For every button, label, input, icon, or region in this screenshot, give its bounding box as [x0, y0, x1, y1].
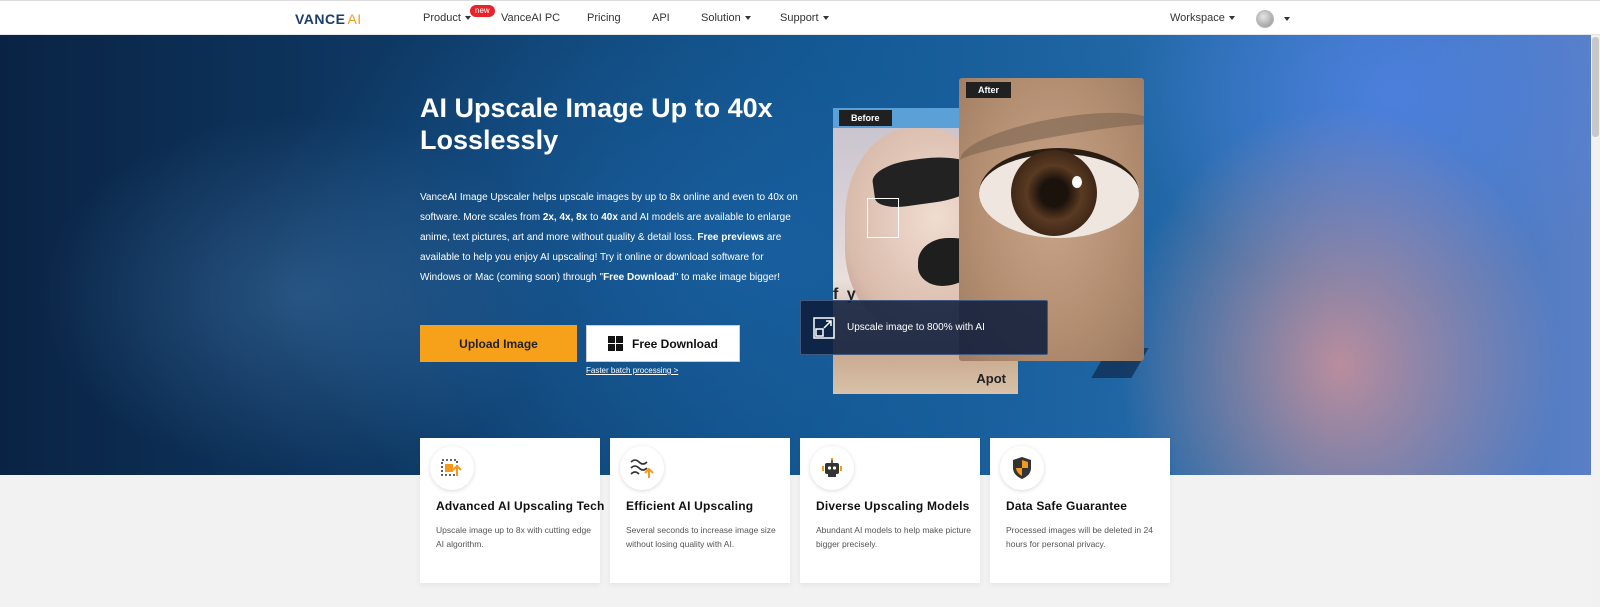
faster-batch-link[interactable]: Faster batch processing >	[586, 366, 678, 375]
magazine-brand-text: Apot	[976, 371, 1006, 386]
avatar[interactable]	[1256, 10, 1274, 28]
feature-description: Abundant AI models to help make picture …	[816, 525, 971, 549]
vanceai-logo[interactable]: VANCE AI	[295, 11, 362, 27]
feature-card-upscaling-tech: Advanced AI Upscaling Tech Upscale image…	[420, 438, 604, 583]
chevron-down-icon[interactable]	[1284, 17, 1290, 21]
upscale-caption: Upscale image to 800% with AI	[800, 300, 1048, 355]
feature-card-data-safe: Data Safe Guarantee Processed images wil…	[990, 438, 1170, 583]
feature-card-efficient: Efficient AI Upscaling Several seconds t…	[610, 438, 790, 583]
new-badge: new	[470, 5, 495, 17]
chevron-down-icon	[822, 16, 829, 21]
hero-title: AI Upscale Image Up to 40x Losslessly	[420, 93, 773, 155]
feature-title: Data Safe Guarantee	[1006, 499, 1128, 513]
after-label: After	[966, 82, 1012, 98]
windows-icon	[607, 335, 624, 352]
free-download-button[interactable]: Free Download	[586, 325, 740, 362]
nav-vanceai-pc[interactable]: VanceAI PC	[501, 12, 560, 24]
upscale-tech-icon	[430, 446, 474, 490]
feature-title: Diverse Upscaling Models	[816, 499, 970, 513]
nav-support[interactable]: Support	[780, 12, 829, 24]
nav-pricing[interactable]: Pricing	[587, 12, 621, 24]
nav-solution[interactable]: Solution	[701, 12, 751, 24]
before-after-comparison: Apot Before After f y Upscale image to 8…	[800, 78, 1160, 398]
hero-description: VanceAI Image Upscaler helps upscale ima…	[420, 192, 798, 283]
upload-image-button[interactable]: Upload Image	[420, 325, 577, 362]
nav-workspace[interactable]: Workspace	[1170, 12, 1235, 24]
chevron-down-icon	[744, 16, 751, 21]
chevron-down-icon	[1228, 16, 1235, 21]
feature-description: Several seconds to increase image size w…	[626, 525, 776, 549]
shield-icon	[1000, 446, 1044, 490]
nav-api[interactable]: API	[652, 12, 670, 24]
feature-title: Efficient AI Upscaling	[626, 499, 754, 513]
efficient-upscale-icon	[620, 446, 664, 490]
before-label: Before	[839, 110, 892, 126]
feature-title: Advanced AI Upscaling Tech	[436, 499, 605, 513]
zoom-region-box	[867, 198, 899, 238]
feature-card-models: Diverse Upscaling Models Abundant AI mod…	[800, 438, 980, 583]
chevron-down-icon	[464, 16, 471, 21]
feature-description: Processed images will be deleted in 24 h…	[1006, 525, 1153, 549]
robot-icon	[810, 446, 854, 490]
top-nav: VANCE AI Product new VanceAI PC Pricing A…	[0, 0, 1600, 35]
scrollbar-thumb[interactable]	[1592, 37, 1599, 137]
feature-description: Upscale image up to 8x with cutting edge…	[436, 525, 591, 549]
expand-icon	[813, 316, 835, 339]
nav-product[interactable]: Product	[423, 12, 471, 24]
